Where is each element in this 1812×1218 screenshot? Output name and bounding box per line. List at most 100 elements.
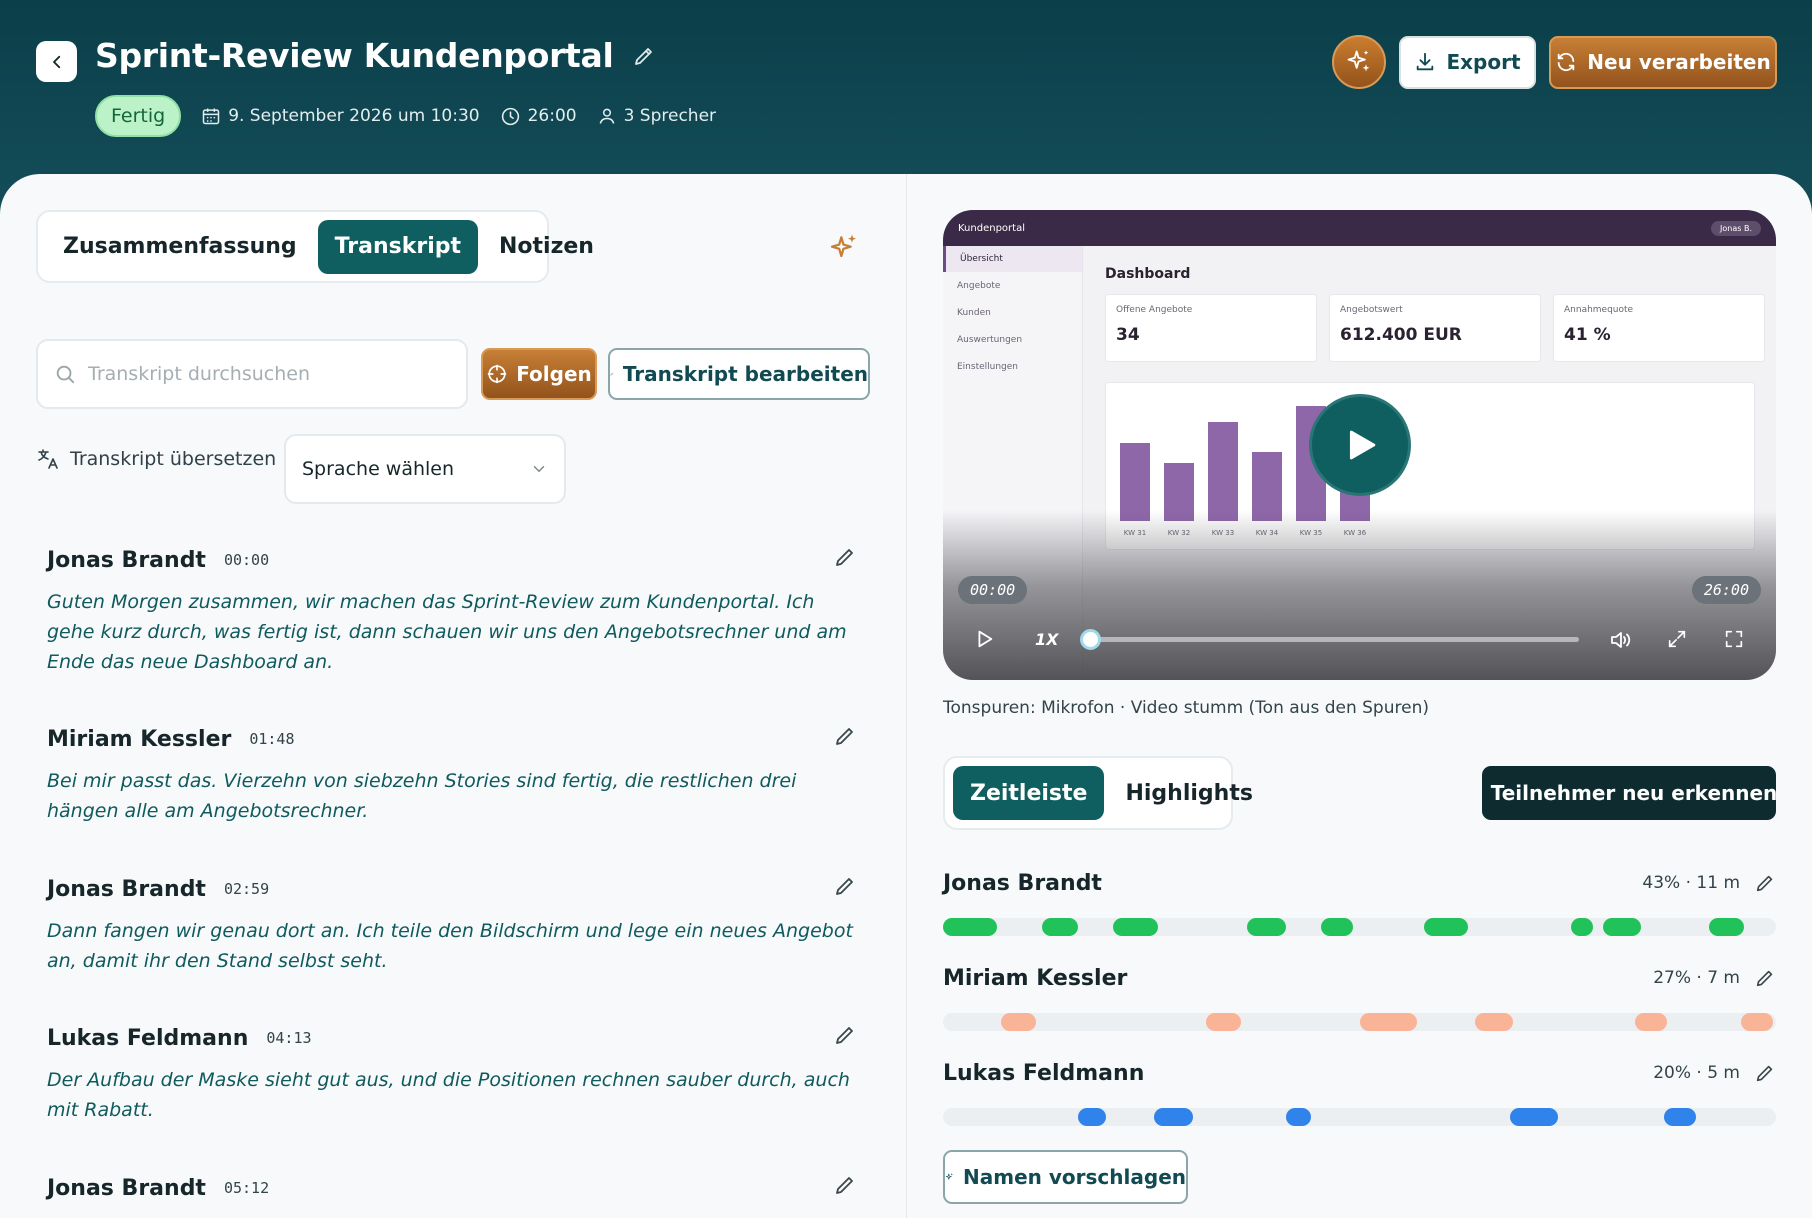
language-select[interactable]: Sprache wählen (284, 434, 566, 504)
edit-entry-icon[interactable] (833, 874, 857, 898)
speech-segment[interactable] (1154, 1108, 1193, 1126)
speaker-timeline-header: Jonas Brandt 43% · 11 m (943, 866, 1776, 900)
speech-segment[interactable] (1474, 1013, 1514, 1031)
volume-icon[interactable] (1608, 628, 1632, 652)
speaker-timeline-header: Lukas Feldmann 20% · 5 m (943, 1056, 1776, 1090)
pencil-icon[interactable] (1754, 872, 1776, 894)
fullscreen-icon[interactable] (1723, 628, 1745, 650)
transcript-entry: Miriam Kessler 01:48 Bei mir passt das. … (47, 722, 867, 826)
entry-timestamp[interactable]: 02:59 (224, 880, 269, 898)
speech-segment[interactable] (1205, 1013, 1241, 1031)
play-icon (1349, 430, 1376, 460)
header-actions: Export Neu verarbeiten (1332, 35, 1777, 89)
back-button[interactable] (36, 41, 77, 82)
kpi-value: 34 (1116, 325, 1140, 345)
speech-segment[interactable] (1000, 1013, 1036, 1031)
speaker-stat-text: 27% · 7 m (1653, 968, 1740, 988)
tab-summary[interactable]: Zusammenfassung (46, 220, 314, 274)
speaker-track[interactable] (943, 918, 1776, 936)
tab-highlights[interactable]: Highlights (1108, 766, 1269, 820)
export-label: Export (1446, 50, 1521, 74)
tab-timeline[interactable]: Zeitleiste (953, 766, 1105, 820)
speech-segment[interactable] (1708, 918, 1744, 936)
edit-title-icon[interactable] (632, 44, 656, 68)
edit-entry-icon[interactable] (833, 1023, 857, 1047)
entry-speaker[interactable]: Miriam Kessler (47, 727, 231, 752)
edit-entry-icon[interactable] (833, 724, 857, 748)
speaker-stat: 43% · 11 m (1642, 872, 1776, 894)
seek-bar[interactable] (1089, 637, 1579, 642)
suggest-names-button[interactable]: Namen vorschlagen (943, 1150, 1188, 1204)
entry-timestamp[interactable]: 00:00 (224, 551, 269, 569)
speech-segment[interactable] (1740, 1013, 1773, 1031)
export-button[interactable]: Export (1399, 35, 1536, 89)
speaker-stat: 27% · 7 m (1653, 967, 1776, 989)
entry-text: Bei mir passt das. Vierzehn von siebzehn… (47, 770, 797, 822)
reprocess-label: Neu verarbeiten (1587, 50, 1771, 74)
redetect-label: Teilnehmer neu erkennen (1490, 781, 1778, 805)
video-kpi-card: Offene Angebote 34 (1105, 294, 1317, 362)
entry-timestamp[interactable]: 04:13 (266, 1029, 311, 1047)
entry-timestamp[interactable]: 01:48 (249, 730, 294, 748)
speaker-track[interactable] (943, 1108, 1776, 1126)
speech-segment[interactable] (1077, 1108, 1107, 1126)
seek-handle[interactable] (1080, 629, 1101, 650)
playback-speed[interactable]: 1X (1035, 630, 1058, 649)
edit-entry-icon[interactable] (833, 545, 857, 569)
speech-segment[interactable] (1570, 918, 1594, 936)
speech-segment[interactable] (1635, 1013, 1668, 1031)
title-wrap: Sprint-Review Kundenportal (95, 36, 656, 75)
speech-segment[interactable] (1602, 918, 1642, 936)
entry-text: Guten Morgen zusammen, wir machen das Sp… (47, 591, 847, 673)
ai-sparkle-button[interactable] (828, 232, 860, 264)
speech-segment[interactable] (1510, 1108, 1559, 1126)
entry-speaker[interactable]: Jonas Brandt (47, 1176, 206, 1201)
entry-speaker[interactable]: Jonas Brandt (47, 877, 206, 902)
meta-row: Fertig 9. September 2026 um 10:30 26:00 … (95, 95, 716, 137)
main-tabs: Zusammenfassung Transkript Notizen (36, 210, 594, 283)
audio-tracks-note: Tonspuren: Mikrofon · Video stumm (Ton a… (943, 698, 1429, 718)
speech-segment[interactable] (943, 918, 998, 936)
entry-timestamp[interactable]: 05:12 (224, 1179, 269, 1197)
speech-segment[interactable] (1042, 918, 1078, 936)
ai-assistant-button[interactable] (1332, 35, 1386, 89)
search-input[interactable] (88, 363, 438, 385)
transcript-search[interactable] (36, 339, 468, 409)
redetect-participants-button[interactable]: Teilnehmer neu erkennen (1482, 766, 1778, 820)
video-kpi-card: Angebotswert 612.400 EUR (1329, 294, 1541, 362)
transcript-entry: Lukas Feldmann 04:13 Der Aufbau der Mask… (47, 1021, 867, 1125)
kpi-label: Offene Angebote (1116, 305, 1193, 315)
speech-segment[interactable] (1359, 1013, 1418, 1031)
tab-transcript[interactable]: Transkript (317, 219, 478, 274)
timeline-tabs: Zeitleiste Highlights (943, 756, 1253, 830)
meta-duration-text: 26:00 (527, 106, 577, 126)
play-overlay-button[interactable] (1309, 394, 1411, 496)
expand-icon[interactable] (1666, 628, 1688, 650)
speaker-track[interactable] (943, 1013, 1776, 1031)
pencil-icon[interactable] (1754, 967, 1776, 989)
speech-segment[interactable] (1285, 1108, 1312, 1126)
clock-icon (501, 107, 519, 125)
meta-date-text: 9. September 2026 um 10:30 (228, 106, 480, 126)
speech-segment[interactable] (1321, 918, 1354, 936)
speech-segment[interactable] (1663, 1108, 1696, 1126)
entry-header: Jonas Brandt 02:59 (47, 872, 867, 906)
speech-segment[interactable] (1247, 918, 1286, 936)
play-icon[interactable] (973, 628, 995, 650)
entry-speaker[interactable]: Jonas Brandt (47, 548, 206, 573)
follow-button[interactable]: Folgen (481, 348, 597, 400)
video-player[interactable]: Kundenportal Jonas B. Übersicht Angebote… (943, 210, 1776, 680)
entry-speaker[interactable]: Lukas Feldmann (47, 1026, 248, 1051)
edit-entry-icon[interactable] (833, 1173, 857, 1197)
suggest-names-label: Namen vorschlagen (963, 1165, 1186, 1189)
pencil-icon[interactable] (1754, 1062, 1776, 1084)
reprocess-button[interactable]: Neu verarbeiten (1549, 35, 1777, 89)
tab-notes[interactable]: Notizen (482, 220, 611, 274)
speech-segment[interactable] (1112, 918, 1158, 936)
chevron-left-icon (52, 55, 60, 68)
edit-transcript-button[interactable]: Transkript bearbeiten (608, 348, 870, 400)
speaker-stat-text: 20% · 5 m (1653, 1063, 1740, 1083)
speech-segment[interactable] (1423, 918, 1469, 936)
video-app-bar: Kundenportal Jonas B. (943, 210, 1776, 246)
kpi-label: Angebotswert (1340, 305, 1403, 315)
